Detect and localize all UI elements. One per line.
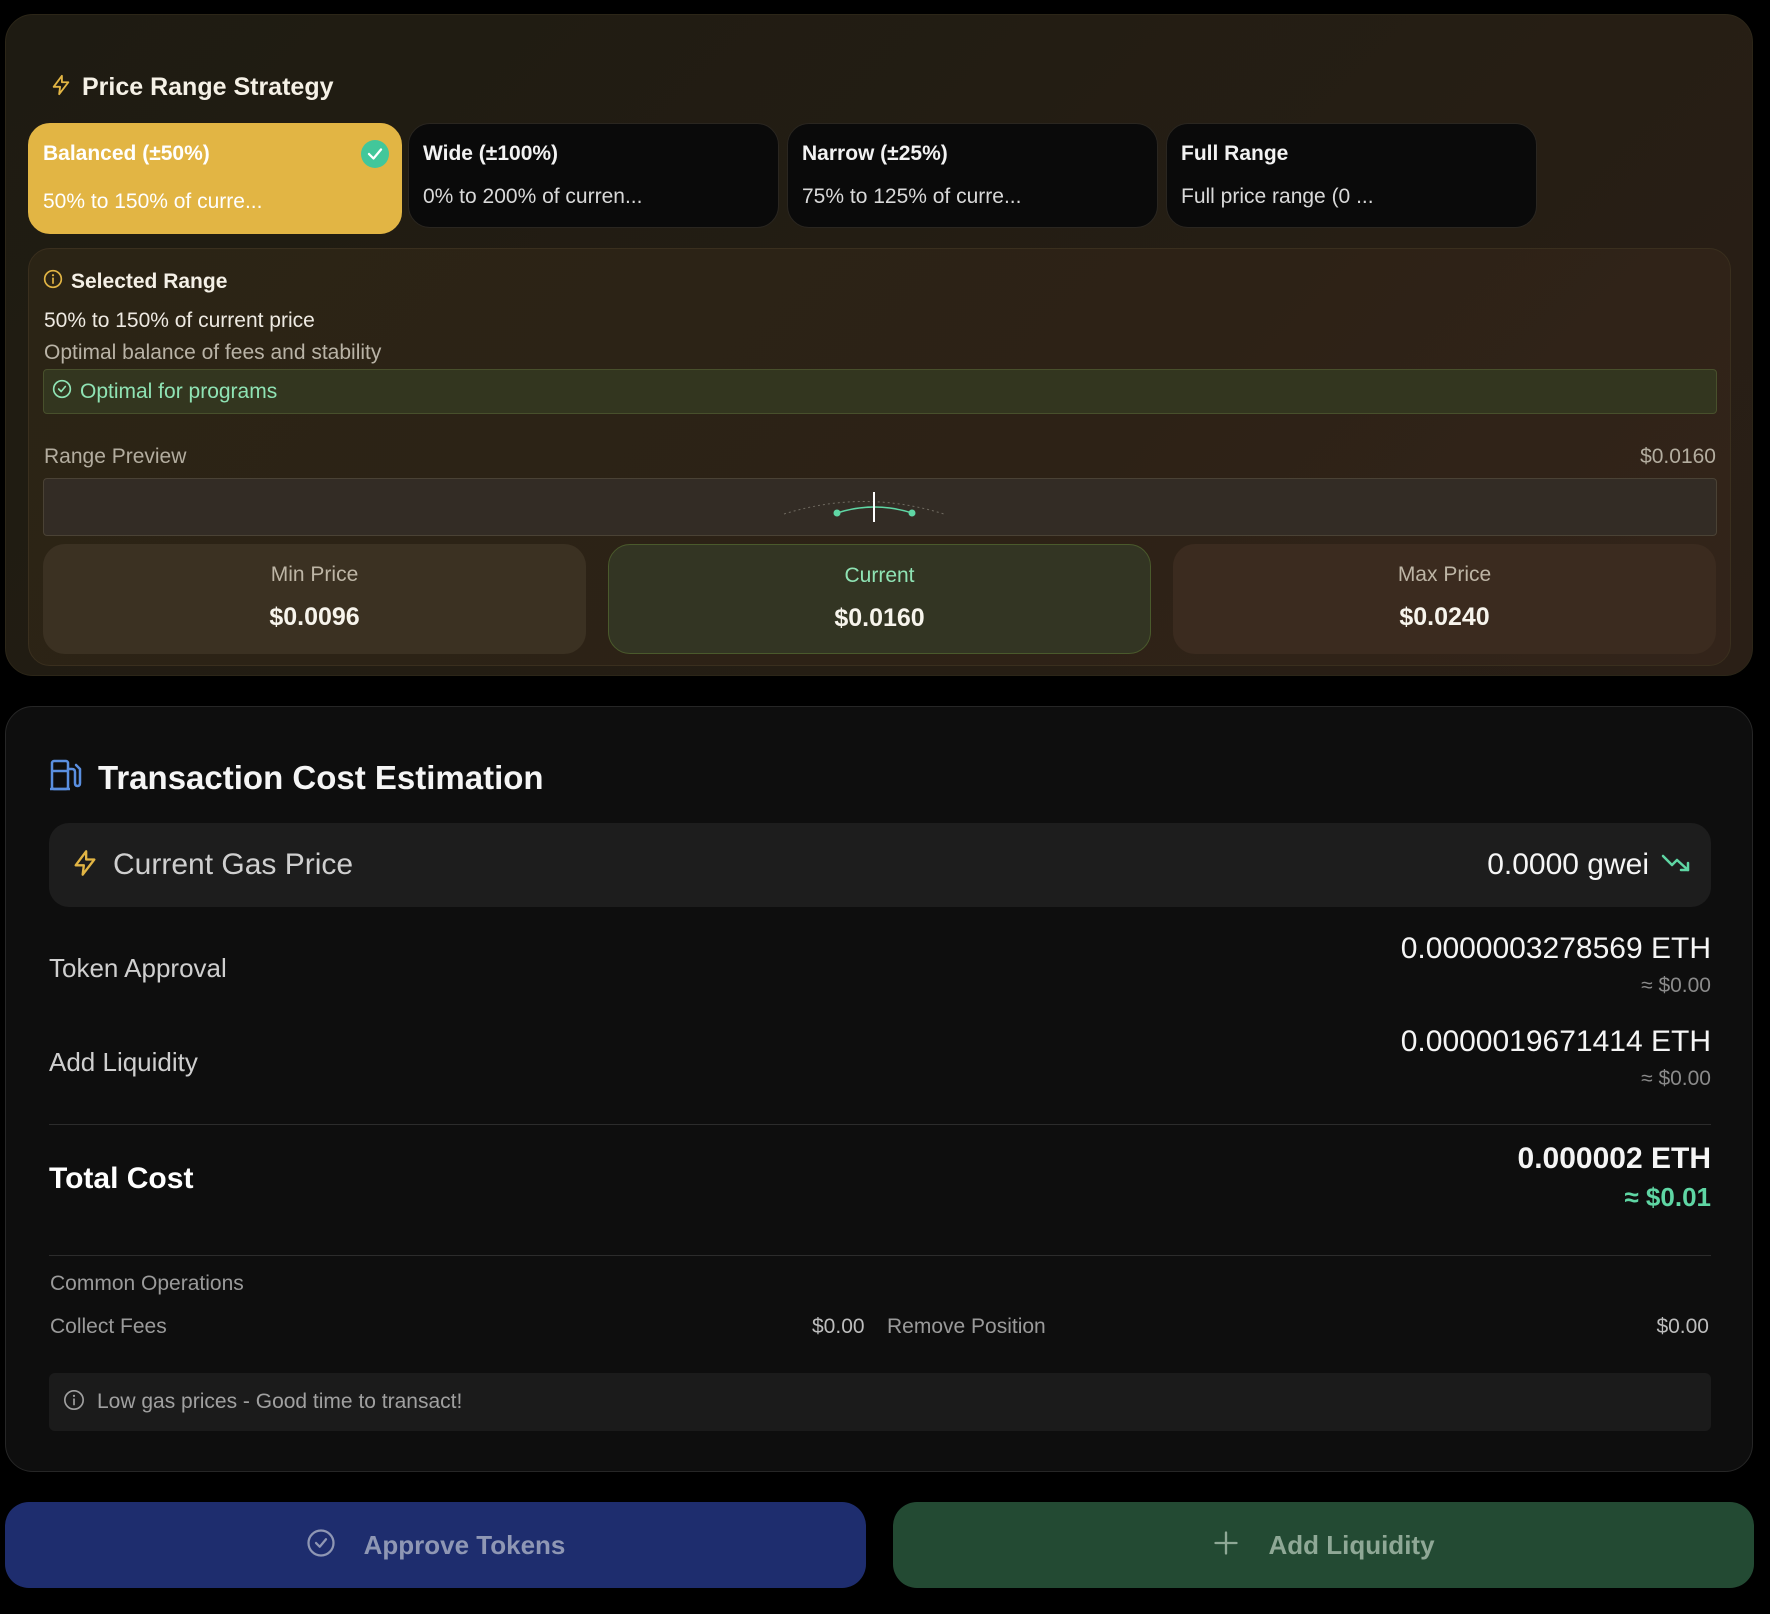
approve-tokens-button[interactable]: Approve Tokens	[5, 1502, 866, 1588]
cost-header: Transaction Cost Estimation	[50, 757, 544, 798]
range-preview-value: $0.0160	[1640, 445, 1716, 468]
range-preview-label: Range Preview	[44, 445, 187, 468]
add-liquidity-eth: 0.0000019671414 ETH	[1400, 1025, 1711, 1058]
max-price-value: $0.0240	[1399, 603, 1490, 631]
total-cost-eth: 0.000002 ETH	[1517, 1142, 1711, 1175]
current-price-label: Current	[844, 564, 915, 587]
info-icon	[43, 269, 63, 294]
token-approval-row: Token Approval 0.0000003278569 ETH ≈ $0.…	[49, 932, 1711, 1002]
token-approval-usd: ≈ $0.00	[1641, 974, 1711, 997]
lightning-icon	[71, 848, 99, 883]
min-price-card: Min Price $0.0096	[43, 544, 586, 654]
trending-down-icon	[1661, 852, 1691, 879]
collect-fees-label: Collect Fees	[50, 1315, 167, 1338]
token-approval-eth: 0.0000003278569 ETH	[1400, 932, 1711, 965]
approve-tokens-label: Approve Tokens	[363, 1529, 566, 1560]
strategy-header: Price Range Strategy	[50, 73, 334, 102]
plus-icon	[1212, 1529, 1240, 1562]
gas-notice-text: Low gas prices - Good time to transact!	[97, 1390, 463, 1413]
add-liquidity-usd: ≈ $0.00	[1641, 1067, 1711, 1090]
strategy-title: Price Range Strategy	[82, 73, 334, 101]
option-label: Balanced (±50%)	[43, 142, 210, 165]
collect-fees-value: $0.00	[812, 1315, 865, 1338]
option-full-range[interactable]: Full Range Full price range (0 ...	[1166, 123, 1537, 228]
token-approval-label: Token Approval	[49, 953, 227, 983]
total-cost-row: Total Cost 0.000002 ETH ≈ $0.01	[49, 1142, 1711, 1222]
divider	[49, 1255, 1711, 1256]
total-cost-label: Total Cost	[49, 1162, 194, 1195]
gas-notice: Low gas prices - Good time to transact!	[49, 1373, 1711, 1431]
add-liquidity-label: Add Liquidity	[1268, 1529, 1435, 1560]
current-price-value: $0.0160	[834, 604, 925, 632]
remove-position-label: Remove Position	[887, 1315, 1046, 1338]
remove-position-value: $0.00	[1656, 1315, 1709, 1338]
add-liquidity-row: Add Liquidity 0.0000019671414 ETH ≈ $0.0…	[49, 1025, 1711, 1095]
selected-range-title: Selected Range	[71, 269, 228, 293]
price-range-strategy-panel: Price Range Strategy Balanced (±50%) 50%…	[5, 14, 1753, 676]
option-wide[interactable]: Wide (±100%) 0% to 200% of curren...	[408, 123, 779, 228]
cost-title: Transaction Cost Estimation	[98, 758, 544, 796]
selected-range-header: Selected Range	[43, 269, 227, 294]
option-label: Wide (±100%)	[423, 142, 559, 165]
common-operations-label: Common Operations	[50, 1272, 244, 1295]
gas-price-row: Current Gas Price 0.0000 gwei	[49, 823, 1711, 907]
divider	[49, 1124, 1711, 1125]
add-liquidity-label: Add Liquidity	[49, 1047, 198, 1077]
gas-price-value: 0.0000 gwei	[1487, 848, 1649, 881]
gas-price-label: Current Gas Price	[113, 848, 354, 881]
min-price-label: Min Price	[270, 563, 359, 586]
optimal-badge: Optimal for programs	[43, 369, 1717, 414]
option-desc: 0% to 200% of curren...	[423, 185, 643, 208]
option-narrow[interactable]: Narrow (±25%) 75% to 125% of curre...	[787, 123, 1158, 228]
check-circle-icon	[306, 1528, 336, 1563]
fuel-pump-icon	[50, 757, 82, 798]
option-desc: 75% to 125% of curre...	[802, 185, 1022, 208]
option-label: Full Range	[1181, 142, 1289, 165]
selected-range-text: 50% to 150% of current price	[44, 309, 315, 332]
min-price-value: $0.0096	[269, 603, 360, 631]
check-circle-icon	[52, 379, 72, 404]
option-desc: Full price range (0 ...	[1181, 185, 1374, 208]
range-preview-graph	[43, 478, 1717, 536]
max-price-label: Max Price	[1397, 563, 1492, 586]
total-cost-usd: ≈ $0.01	[1624, 1182, 1711, 1212]
lightning-icon	[50, 73, 72, 102]
current-price-card: Current $0.0160	[608, 544, 1151, 654]
selected-range-note: Optimal balance of fees and stability	[44, 341, 382, 364]
option-desc: 50% to 150% of curre...	[43, 190, 263, 213]
option-balanced[interactable]: Balanced (±50%) 50% to 150% of curre...	[28, 123, 402, 234]
check-icon	[361, 140, 389, 168]
selected-range-box: Selected Range 50% to 150% of current pr…	[28, 248, 1731, 666]
option-label: Narrow (±25%)	[802, 142, 948, 165]
transaction-cost-panel: Transaction Cost Estimation Current Gas …	[5, 706, 1753, 1472]
optimal-badge-label: Optimal for programs	[80, 379, 278, 403]
add-liquidity-button[interactable]: Add Liquidity	[893, 1502, 1754, 1588]
info-icon	[63, 1389, 85, 1416]
max-price-card: Max Price $0.0240	[1173, 544, 1716, 654]
